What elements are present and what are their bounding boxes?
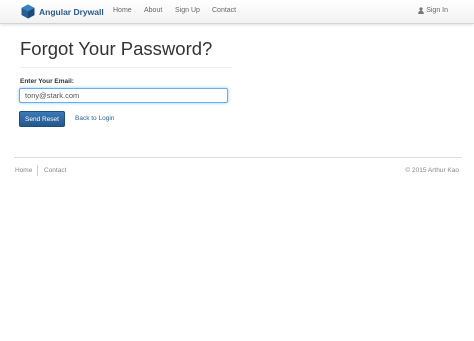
footer-copyright: © 2015 Arthur Kao: [405, 167, 459, 174]
nav-about-link[interactable]: About: [144, 7, 162, 14]
nav-signup-link[interactable]: Sign Up: [175, 7, 200, 14]
nav-contact-link[interactable]: Contact: [212, 7, 236, 14]
brand-link[interactable]: Angular Drywall: [21, 4, 104, 19]
back-to-login-link[interactable]: Back to Login: [75, 115, 114, 122]
footer-home-link[interactable]: Home: [15, 167, 32, 174]
user-icon: [418, 7, 425, 14]
footer-separator: [37, 165, 38, 176]
nav-signin-link[interactable]: Sign In: [418, 7, 448, 14]
navbar: Angular Drywall Home About Sign Up Conta…: [0, 0, 474, 24]
page-title: Forgot Your Password?: [20, 38, 213, 59]
send-reset-button[interactable]: Send Reset: [19, 111, 65, 127]
signin-label: Sign In: [426, 7, 448, 14]
brand-name: Angular Drywall: [39, 6, 104, 17]
email-input[interactable]: [19, 88, 228, 103]
nav-home-link[interactable]: Home: [113, 7, 132, 14]
footer-contact-link[interactable]: Contact: [44, 167, 66, 174]
title-divider: [20, 67, 232, 68]
email-label: Enter Your Email:: [20, 78, 74, 85]
hexagon-logo-icon: [21, 4, 35, 19]
footer-divider: [14, 157, 462, 158]
